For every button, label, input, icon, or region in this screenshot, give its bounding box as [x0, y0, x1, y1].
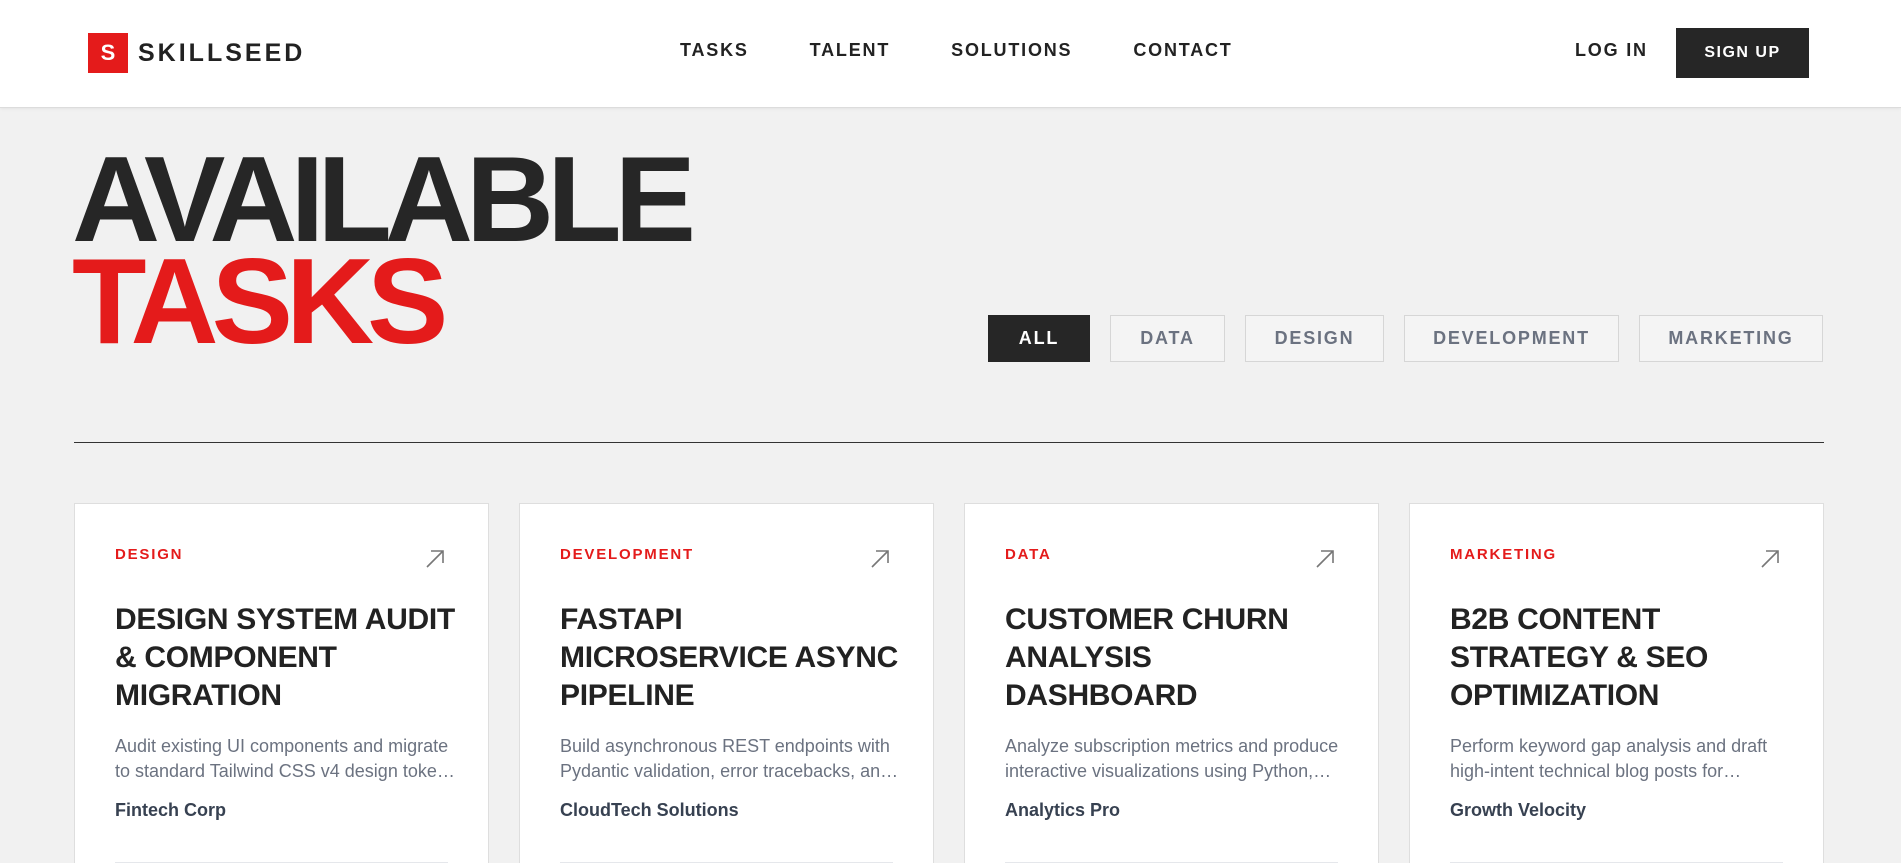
task-title[interactable]: CUSTOMER CHURN ANALYSIS DASHBOARD [1005, 601, 1350, 715]
task-title[interactable]: FASTAPI MICROSERVICE ASYNC PIPELINE [560, 601, 905, 715]
nav-item-contact[interactable]: CONTACT [1133, 40, 1232, 61]
task-description: Perform keyword gap analysis and draft h… [1450, 736, 1768, 781]
logo-link[interactable]: S SKILLSEED [88, 33, 305, 73]
section-divider [74, 442, 1824, 443]
main-nav: TASKS TALENT SOLUTIONS CONTACT [680, 40, 1233, 61]
arrow-up-right-icon[interactable] [1314, 548, 1336, 570]
nav-item-talent[interactable]: TALENT [810, 40, 890, 61]
task-company: Fintech Corp [115, 800, 226, 820]
filter-development[interactable]: DEVELOPMENT [1404, 315, 1619, 362]
task-title[interactable]: DESIGN SYSTEM AUDIT & COMPONENT MIGRATIO… [115, 601, 460, 715]
logo-mark: S [88, 33, 128, 73]
filter-all[interactable]: ALL [988, 315, 1090, 362]
task-category: MARKETING [1450, 546, 1558, 563]
page-title: AVAILABLE TASKS [72, 138, 696, 362]
arrow-up-right-icon[interactable] [424, 548, 446, 570]
login-link[interactable]: LOG IN [1575, 40, 1648, 61]
filter-marketing[interactable]: MARKETING [1639, 315, 1823, 362]
task-company: Analytics Pro [1005, 800, 1121, 820]
task-category: DESIGN [115, 546, 184, 563]
task-card[interactable]: DEVELOPMENT FASTAPI MICROSERVICE ASYNC P… [519, 503, 934, 863]
task-card[interactable]: MARKETING B2B CONTENT STRATEGY & SEO OPT… [1409, 503, 1824, 863]
arrow-up-right-icon[interactable] [1759, 548, 1781, 570]
nav-item-solutions[interactable]: SOLUTIONS [951, 40, 1072, 61]
task-card[interactable]: DATA CUSTOMER CHURN ANALYSIS DASHBOARD A… [964, 503, 1379, 863]
nav-item-tasks[interactable]: TASKS [680, 40, 749, 61]
task-category: DATA [1005, 546, 1052, 563]
task-company: CloudTech Solutions [560, 800, 739, 820]
logo-text: SKILLSEED [138, 38, 306, 67]
task-category: DEVELOPMENT [560, 546, 694, 563]
task-description: Analyze subscription metrics and produce… [1005, 736, 1339, 781]
task-description: Audit existing UI components and migrate… [115, 736, 455, 781]
filter-bar: ALL DATA DESIGN DEVELOPMENT MARKETING [988, 315, 1823, 362]
arrow-up-right-icon[interactable] [869, 548, 891, 570]
filter-design[interactable]: DESIGN [1245, 315, 1384, 362]
signup-button[interactable]: SIGN UP [1676, 28, 1809, 78]
task-description: Build asynchronous REST endpoints with P… [560, 736, 899, 781]
task-company: Growth Velocity [1450, 800, 1587, 820]
task-card[interactable]: DESIGN DESIGN SYSTEM AUDIT & COMPONENT M… [74, 503, 489, 863]
task-card-list: DESIGN DESIGN SYSTEM AUDIT & COMPONENT M… [74, 503, 1824, 863]
site-header: S SKILLSEED TASKS TALENT SOLUTIONS CONTA… [0, 0, 1901, 108]
filter-data[interactable]: DATA [1110, 315, 1225, 362]
task-title[interactable]: B2B CONTENT STRATEGY & SEO OPTIMIZATION [1450, 601, 1795, 715]
